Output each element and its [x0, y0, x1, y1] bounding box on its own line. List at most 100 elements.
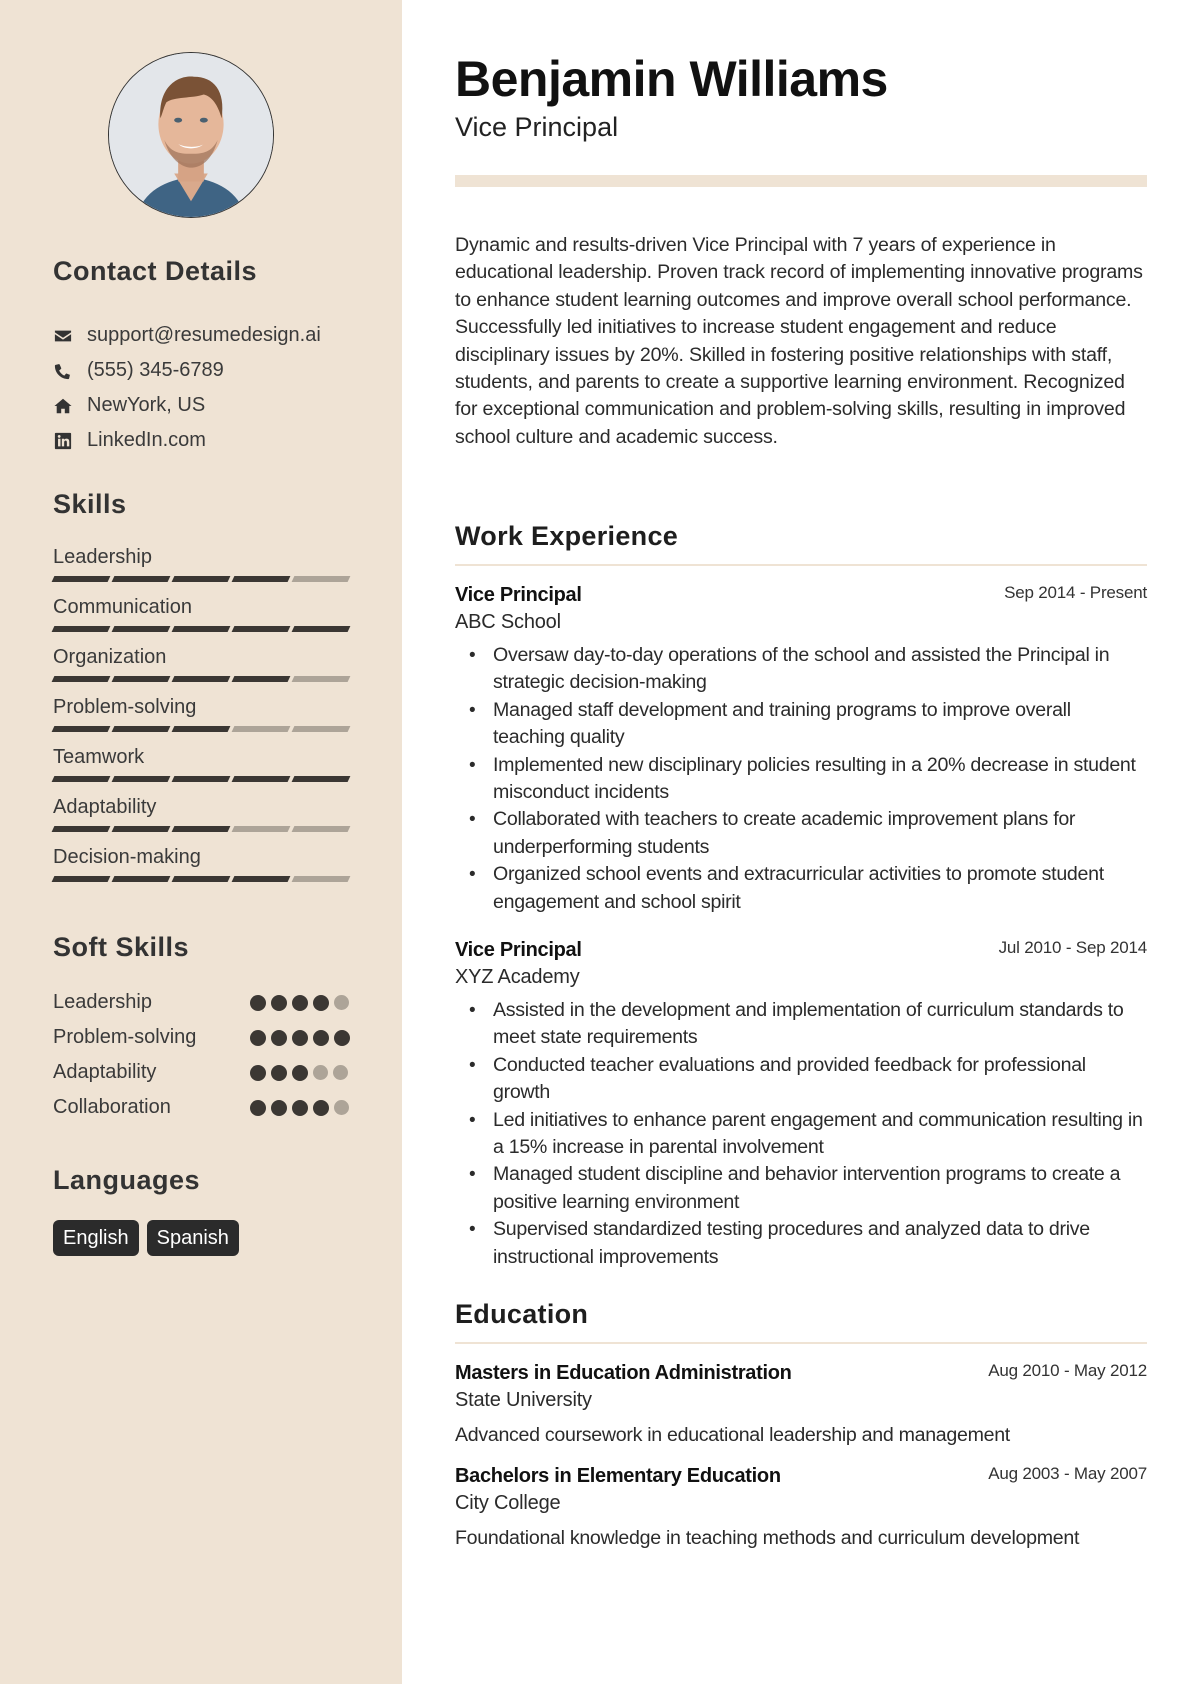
- candidate-title: Vice Principal: [455, 112, 619, 142]
- skill-bar-empty: [291, 576, 351, 582]
- work-entry: Vice Principal Sep 2014 - Present ABC Sc…: [455, 582, 1147, 916]
- phone-icon: [53, 361, 73, 381]
- rating-dot-empty: [334, 1100, 349, 1115]
- education-school: State University: [455, 1389, 592, 1411]
- skill-bar-filled: [291, 776, 351, 782]
- work-bullet: Managed student discipline and behavior …: [455, 1161, 1147, 1216]
- skill-bar-empty: [291, 876, 351, 882]
- education-school: City College: [455, 1492, 561, 1514]
- rating-dot-filled: [250, 1029, 266, 1046]
- skill-bar-filled: [51, 626, 111, 632]
- soft-skill-label: Adaptability: [53, 1061, 157, 1083]
- soft-skill-label: Collaboration: [53, 1096, 171, 1118]
- skill-bar-filled: [171, 676, 231, 682]
- work-bullet: Managed staff development and training p…: [455, 697, 1147, 752]
- skill-bar-filled: [171, 826, 231, 832]
- skill-level-meter: [51, 676, 351, 682]
- work-bullet: Oversaw day-to-day operations of the sch…: [455, 642, 1147, 697]
- contact-phone-text: (555) 345-6789: [87, 359, 224, 381]
- skill-bar-filled: [111, 826, 171, 832]
- skill-item: Problem-solving: [51, 693, 351, 743]
- rating-dot-filled: [292, 1029, 308, 1046]
- skill-bar-filled: [111, 876, 171, 882]
- skill-level-meter: [51, 876, 351, 882]
- profile-photo: [108, 52, 274, 218]
- work-divider: [455, 564, 1147, 566]
- skill-level-meter: [51, 576, 351, 582]
- skill-level-meter: [51, 826, 351, 832]
- envelope-icon: [53, 326, 73, 346]
- contact-location: NewYork, US: [53, 388, 321, 423]
- soft-skill-rating: [250, 1029, 350, 1046]
- summary-text: Dynamic and results-driven Vice Principa…: [455, 234, 1143, 448]
- work-bullet: Assisted in the development and implemen…: [455, 997, 1147, 1052]
- education-divider: [455, 1342, 1147, 1344]
- work-bullet: Conducted teacher evaluations and provid…: [455, 1052, 1147, 1107]
- skill-item: Teamwork: [51, 743, 351, 793]
- contact-phone[interactable]: (555) 345-6789: [53, 353, 321, 388]
- work-heading: Work Experience: [455, 521, 679, 551]
- work-dates: Jul 2010 - Sep 2014: [998, 938, 1148, 957]
- soft-skill-item: Problem-solving: [53, 1020, 353, 1055]
- contact-email-text: support@resumedesign.ai: [87, 324, 321, 346]
- skill-item: Communication: [51, 593, 351, 643]
- rating-dot-filled: [292, 1099, 308, 1116]
- education-description: Foundational knowledge in teaching metho…: [455, 1527, 1080, 1549]
- main-content: Benjamin Williams Vice Principal Dynamic…: [455, 0, 1147, 1684]
- skill-bar-empty: [291, 826, 351, 832]
- home-icon: [53, 396, 73, 416]
- skill-bar-empty: [291, 676, 351, 682]
- skill-bar-filled: [231, 626, 291, 632]
- skill-bar-filled: [171, 876, 231, 882]
- contact-linkedin[interactable]: LinkedIn.com: [53, 423, 321, 458]
- work-organization: ABC School: [455, 611, 561, 633]
- skill-label: Decision-making: [53, 846, 201, 868]
- work-bullet: Implemented new disciplinary policies re…: [455, 752, 1147, 807]
- skill-bar-filled: [171, 626, 231, 632]
- skill-bar-filled: [51, 676, 111, 682]
- work-bullets: Assisted in the development and implemen…: [455, 997, 1147, 1271]
- rating-dot-filled: [313, 1099, 329, 1116]
- education-dates: Aug 2010 - May 2012: [988, 1361, 1147, 1380]
- rating-dot-filled: [271, 1099, 287, 1116]
- skill-bar-filled: [51, 876, 111, 882]
- skill-bar-filled: [111, 626, 171, 632]
- languages-heading: Languages: [53, 1165, 201, 1195]
- rating-dot-empty: [313, 1065, 328, 1080]
- soft-skill-rating: [250, 1064, 348, 1081]
- contact-email[interactable]: support@resumedesign.ai: [53, 318, 321, 353]
- work-bullet: Supervised standardized testing procedur…: [455, 1216, 1147, 1271]
- skill-level-meter: [51, 726, 351, 732]
- skill-bar-filled: [111, 776, 171, 782]
- work-bullet: Led initiatives to enhance parent engage…: [455, 1107, 1147, 1162]
- soft-skill-rating: [250, 994, 349, 1011]
- skill-bar-filled: [51, 776, 111, 782]
- contact-heading: Contact Details: [53, 256, 258, 286]
- rating-dot-filled: [313, 994, 329, 1011]
- soft-skill-label: Problem-solving: [53, 1026, 197, 1048]
- contact-list: support@resumedesign.ai (555) 345-6789 N…: [53, 318, 321, 458]
- rating-dot-empty: [333, 1065, 348, 1080]
- skill-level-meter: [51, 626, 351, 632]
- sidebar: Contact Details support@resumedesign.ai …: [0, 0, 402, 1684]
- skill-label: Leadership: [53, 546, 152, 568]
- skill-bar-empty: [231, 826, 291, 832]
- skill-label: Adaptability: [53, 796, 157, 818]
- rating-dot-filled: [271, 994, 287, 1011]
- skill-bar-filled: [171, 776, 231, 782]
- skill-bar-filled: [171, 726, 231, 732]
- contact-linkedin-text: LinkedIn.com: [87, 429, 206, 451]
- rating-dot-empty: [334, 995, 349, 1010]
- education-heading: Education: [455, 1299, 589, 1329]
- education-entry: Masters in Education Administration Aug …: [455, 1360, 1147, 1449]
- rating-dot-filled: [250, 1099, 266, 1116]
- rating-dot-filled: [250, 1064, 266, 1081]
- skill-bar-filled: [231, 576, 291, 582]
- language-tag: English: [53, 1220, 139, 1256]
- rating-dot-filled: [334, 1029, 350, 1046]
- skill-bar-filled: [231, 876, 291, 882]
- skill-level-meter: [51, 776, 351, 782]
- skills-heading: Skills: [53, 489, 127, 519]
- soft-skills-heading: Soft Skills: [53, 932, 190, 962]
- skill-bar-filled: [231, 676, 291, 682]
